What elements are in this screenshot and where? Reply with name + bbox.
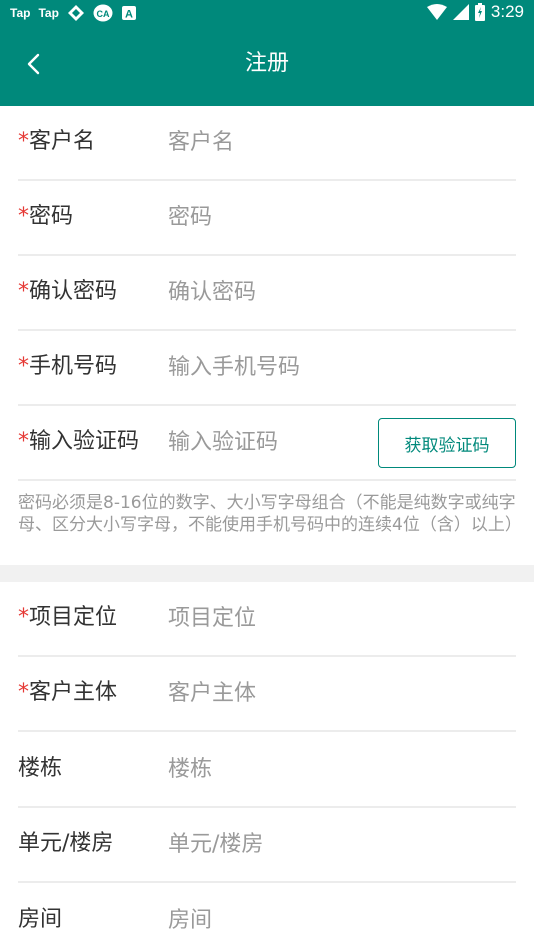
taptap-app-label: Tap: [38, 6, 59, 20]
app-logo-icon: [67, 5, 84, 21]
svg-text:CA: CA: [96, 9, 109, 19]
verification-code-row: *输入验证码 获取验证码: [18, 406, 516, 481]
required-mark: *: [18, 429, 29, 454]
project-location-label-text: 项目定位: [29, 605, 118, 630]
phone-row: *手机号码: [18, 331, 516, 406]
page-title: 注册: [244, 51, 289, 76]
required-mark: *: [18, 605, 29, 630]
required-mark: *: [18, 204, 29, 229]
building-label: 楼栋: [18, 756, 63, 781]
unit-input[interactable]: [168, 824, 508, 864]
building-input[interactable]: [168, 749, 508, 789]
phone-input[interactable]: [168, 347, 508, 387]
password-input[interactable]: [168, 197, 508, 237]
get-code-button[interactable]: 获取验证码: [378, 418, 516, 468]
app-header: Tap Tap CA A 3:29 注册: [0, 0, 534, 106]
verification-code-label-text: 输入验证码: [29, 429, 140, 454]
customer-name-input[interactable]: [168, 122, 508, 162]
customer-entity-label: *客户主体: [18, 677, 117, 709]
required-mark: *: [18, 680, 29, 705]
unit-row: 单元/楼房: [18, 808, 516, 883]
password-label: *密码: [18, 201, 73, 233]
customer-name-label-text: 客户名: [29, 129, 96, 154]
room-input[interactable]: [168, 900, 508, 940]
unit-label: 单元/楼房: [18, 831, 114, 856]
required-mark: *: [18, 279, 29, 304]
room-row: 房间: [18, 884, 516, 950]
customer-name-label: *客户名: [18, 126, 95, 158]
customer-entity-label-text: 客户主体: [29, 680, 118, 705]
status-system: 3:29: [426, 2, 524, 22]
battery-icon: [474, 3, 485, 21]
required-mark: *: [18, 129, 29, 154]
svg-text:A: A: [125, 9, 133, 21]
phone-label-text: 手机号码: [29, 354, 118, 379]
status-notifications: Tap Tap CA A: [10, 4, 137, 22]
clock: 3:29: [490, 2, 524, 21]
customer-entity-row: *客户主体: [18, 657, 516, 732]
customer-entity-input[interactable]: [168, 673, 508, 713]
password-label-text: 密码: [29, 204, 74, 229]
a-logo-icon: A: [121, 6, 136, 21]
cellular-signal-icon: [452, 4, 469, 20]
project-location-label: *项目定位: [18, 602, 117, 634]
confirm-password-label-text: 确认密码: [29, 279, 118, 304]
project-location-row: *项目定位: [18, 582, 516, 657]
verification-code-input[interactable]: [168, 422, 358, 462]
project-location-input[interactable]: [168, 598, 508, 638]
phone-label: *手机号码: [18, 351, 117, 383]
building-row: 楼栋: [18, 733, 516, 808]
room-label: 房间: [18, 907, 63, 932]
confirm-password-input[interactable]: [168, 272, 508, 312]
password-hint: 密码必须是8-16位的数字、大小写字母组合（不能是纯数字或纯字母、区分大小写字母…: [18, 493, 522, 535]
password-row: *密码: [18, 181, 516, 256]
ca-logo-icon: CA: [93, 4, 113, 22]
nav-bar: 注册: [0, 32, 534, 98]
customer-name-row: *客户名: [18, 106, 516, 181]
confirm-password-row: *确认密码: [18, 256, 516, 331]
section-divider: [0, 565, 534, 582]
verification-code-label: *输入验证码: [18, 426, 139, 458]
taptap-app-label: Tap: [10, 6, 31, 20]
status-bar: Tap Tap CA A 3:29: [0, 0, 534, 28]
required-mark: *: [18, 354, 29, 379]
confirm-password-label: *确认密码: [18, 276, 117, 308]
wifi-icon: [426, 4, 447, 20]
